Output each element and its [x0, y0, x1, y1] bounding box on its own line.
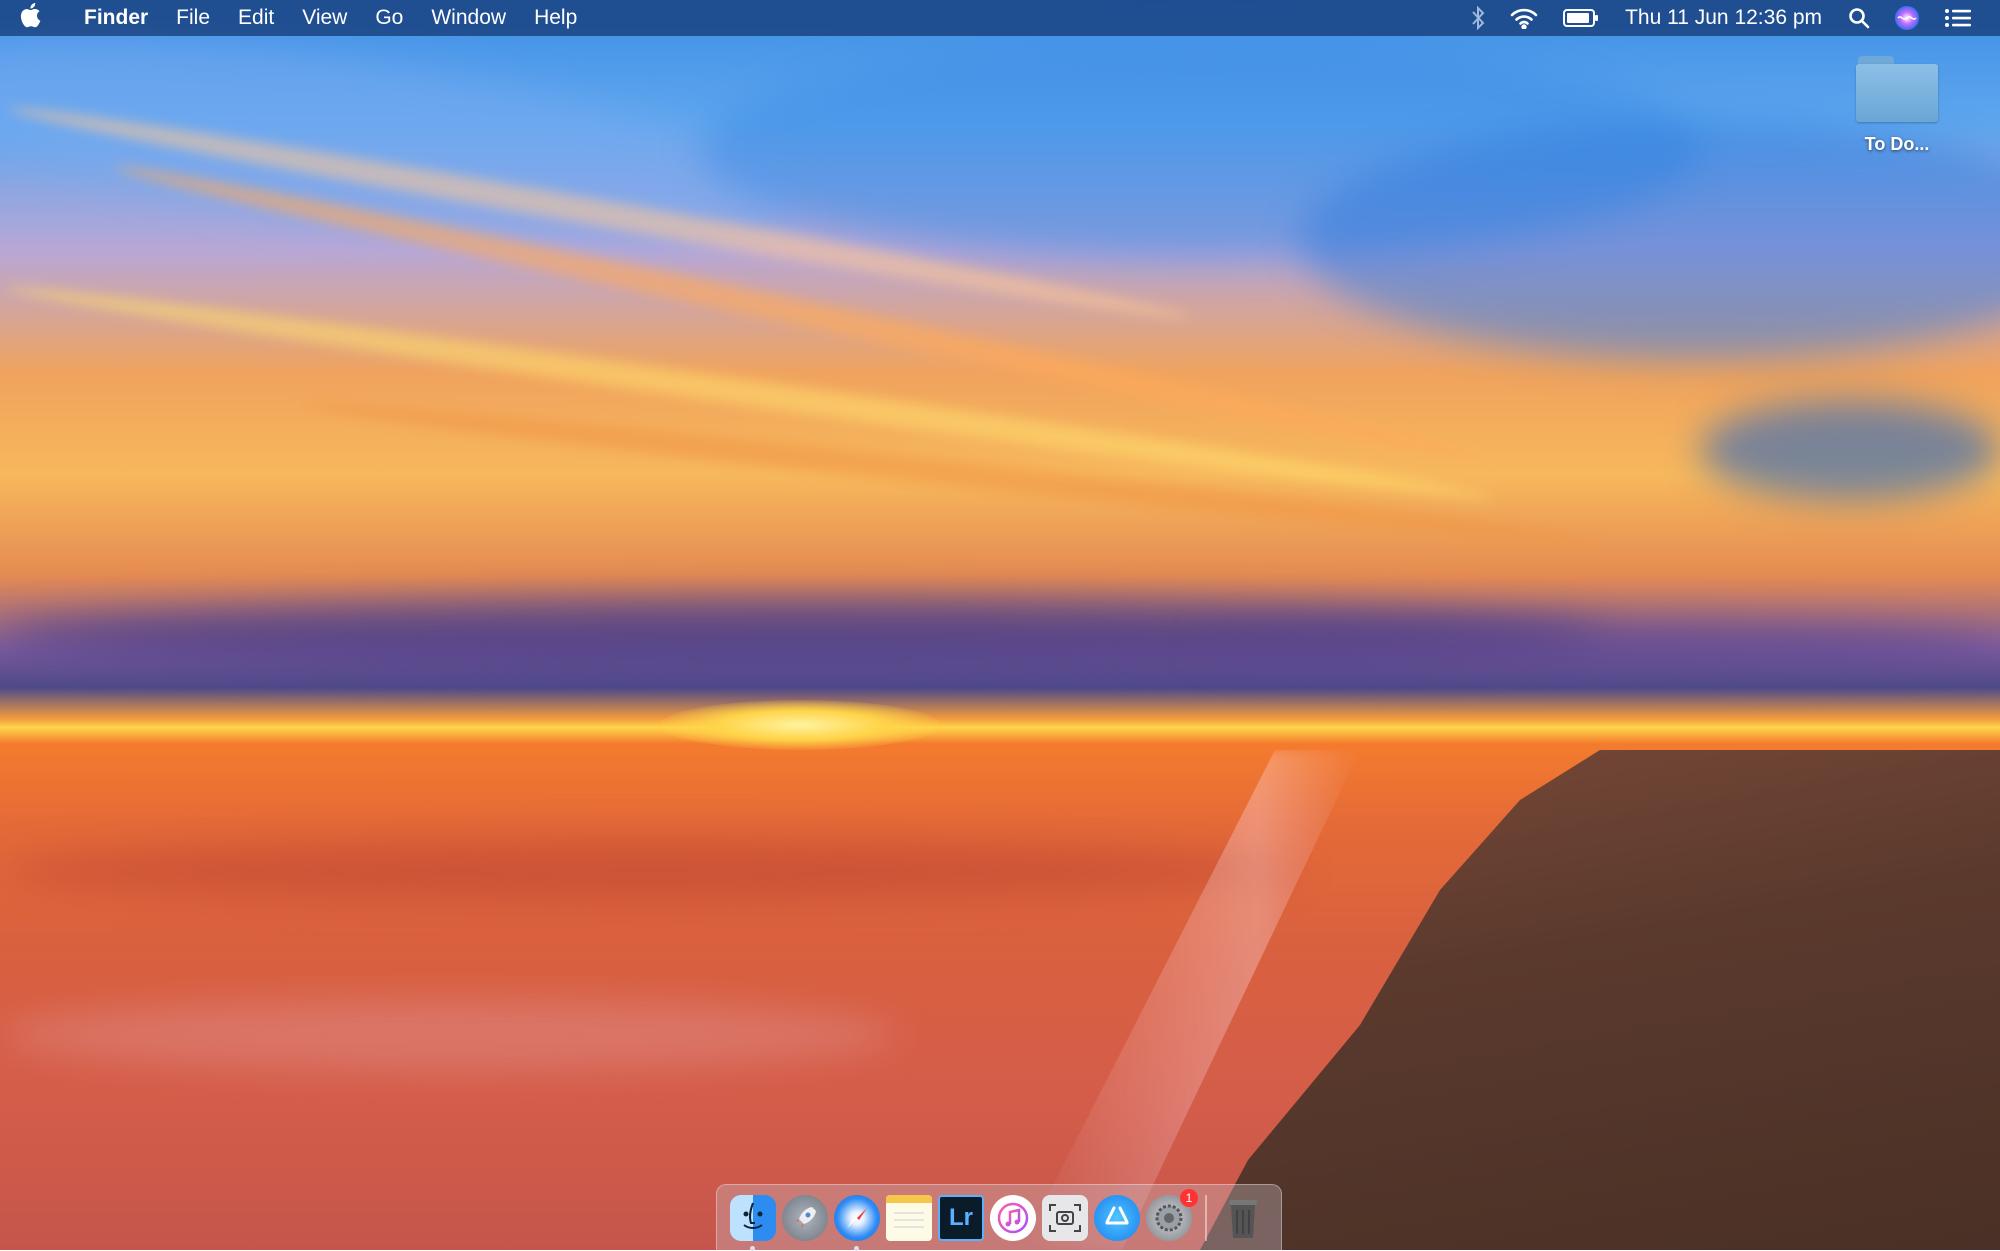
desktop-wallpaper [0, 0, 2000, 1250]
desktop-folder-to-do[interactable]: To Do... [1850, 56, 1944, 155]
menu-view[interactable]: View [288, 0, 361, 36]
finder-icon[interactable] [730, 1194, 776, 1251]
menu-edit[interactable]: Edit [224, 0, 288, 36]
menu-window[interactable]: Window [417, 0, 520, 36]
notes-icon[interactable] [886, 1194, 932, 1241]
app-store-icon[interactable] [1094, 1194, 1140, 1241]
screenshot-icon[interactable] [1042, 1194, 1088, 1241]
wifi-icon[interactable] [1509, 7, 1539, 29]
menu-go[interactable]: Go [361, 0, 417, 36]
spotlight-search-icon[interactable] [1848, 7, 1870, 29]
battery-icon[interactable] [1563, 9, 1599, 27]
folder-icon [1856, 56, 1938, 122]
clock-datetime[interactable]: Thu 11 Jun 12:36 pm [1625, 6, 1822, 30]
menu-file[interactable]: File [162, 0, 224, 36]
lightroom-icon[interactable]: Lr [938, 1194, 984, 1241]
launchpad-icon[interactable] [782, 1194, 828, 1241]
siri-icon[interactable] [1894, 5, 1920, 31]
notification-badge: 1 [1180, 1188, 1198, 1207]
dock: Lr 1 [716, 1184, 1282, 1251]
menu-bar: Finder File Edit View Go Window Help Thu… [0, 0, 2000, 36]
folder-label: To Do... [1864, 134, 1930, 154]
lightroom-label: Lr [949, 1203, 973, 1231]
trash-icon[interactable] [1220, 1195, 1266, 1241]
itunes-icon[interactable] [990, 1194, 1036, 1241]
bluetooth-icon[interactable] [1471, 6, 1485, 30]
apple-logo-icon[interactable] [0, 2, 60, 35]
menu-help[interactable]: Help [520, 0, 591, 36]
dock-separator [1205, 1194, 1207, 1241]
notification-center-icon[interactable] [1944, 8, 1972, 28]
safari-icon[interactable] [834, 1194, 880, 1251]
menu-app-name[interactable]: Finder [60, 0, 162, 36]
system-preferences-icon[interactable]: 1 [1146, 1188, 1198, 1241]
